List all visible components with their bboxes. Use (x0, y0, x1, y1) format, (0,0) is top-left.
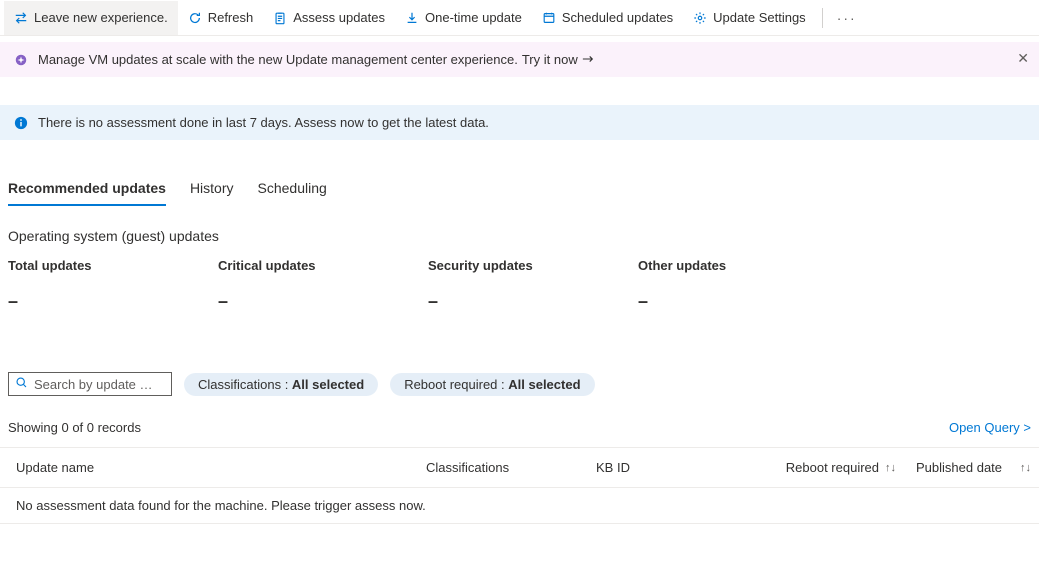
column-classifications[interactable]: Classifications (426, 460, 596, 475)
os-updates-section: Operating system (guest) updates Total u… (0, 228, 1039, 312)
tab-bar: Recommended updates History Scheduling (0, 174, 1039, 206)
stat-value: – (428, 291, 638, 312)
search-box[interactable] (8, 372, 172, 396)
stat-label: Total updates (8, 258, 218, 273)
scheduled-updates-button[interactable]: Scheduled updates (532, 1, 683, 35)
filter-value: All selected (508, 377, 580, 392)
stat-other: Other updates – (638, 258, 848, 312)
arrow-right-icon (582, 52, 594, 67)
stat-security: Security updates – (428, 258, 638, 312)
search-icon (15, 376, 28, 392)
assess-updates-label: Assess updates (293, 10, 385, 25)
table-empty-message: No assessment data found for the machine… (0, 488, 1039, 524)
gear-icon (693, 11, 707, 25)
toolbar-separator (822, 8, 823, 28)
filter-label: Classifications : (198, 377, 292, 392)
filter-reboot-required[interactable]: Reboot required : All selected (390, 373, 594, 396)
promo-link-label: Try it now (522, 52, 578, 67)
column-update-name[interactable]: Update name (16, 460, 426, 475)
refresh-icon (188, 11, 202, 25)
filter-classifications[interactable]: Classifications : All selected (184, 373, 378, 396)
clipboard-icon (273, 11, 287, 25)
tab-history[interactable]: History (190, 174, 234, 206)
stat-value: – (638, 291, 848, 312)
stat-critical: Critical updates – (218, 258, 428, 312)
stat-value: – (8, 291, 218, 312)
close-icon[interactable]: ✕ (1017, 50, 1029, 67)
download-icon (405, 11, 419, 25)
stats-row: Total updates – Critical updates – Secur… (8, 258, 1031, 312)
more-button[interactable]: ··· (829, 1, 865, 35)
promo-banner: Manage VM updates at scale with the new … (0, 42, 1039, 77)
info-text: There is no assessment done in last 7 da… (38, 115, 489, 130)
column-reboot-required[interactable]: Reboot required↑↓ (746, 460, 896, 475)
sparkle-icon (14, 53, 28, 67)
refresh-button[interactable]: Refresh (178, 1, 264, 35)
leave-experience-label: Leave new experience. (34, 10, 168, 25)
updates-table: Update name Classifications KB ID Reboot… (0, 447, 1039, 524)
one-time-update-button[interactable]: One-time update (395, 1, 532, 35)
filter-label: Reboot required : (404, 377, 508, 392)
table-header-row: Update name Classifications KB ID Reboot… (0, 448, 1039, 488)
info-banner: There is no assessment done in last 7 da… (0, 105, 1039, 140)
swap-icon (14, 11, 28, 25)
section-title: Operating system (guest) updates (8, 228, 1031, 244)
scheduled-updates-label: Scheduled updates (562, 10, 673, 25)
sort-icon[interactable]: ↑↓ (885, 462, 896, 474)
one-time-update-label: One-time update (425, 10, 522, 25)
update-settings-button[interactable]: Update Settings (683, 1, 816, 35)
filter-row: Classifications : All selected Reboot re… (0, 372, 1039, 396)
column-published-date[interactable]: Published date (896, 460, 1020, 475)
search-input[interactable] (34, 377, 165, 392)
promo-link[interactable]: Try it now (522, 52, 594, 67)
column-kb-id[interactable]: KB ID (596, 460, 746, 475)
ellipsis-icon: ··· (837, 10, 857, 26)
stat-total: Total updates – (8, 258, 218, 312)
tab-recommended[interactable]: Recommended updates (8, 174, 166, 206)
update-settings-label: Update Settings (713, 10, 806, 25)
open-query-link[interactable]: Open Query > (949, 420, 1031, 435)
info-icon (14, 116, 28, 130)
stat-label: Other updates (638, 258, 848, 273)
stat-label: Critical updates (218, 258, 428, 273)
sort-icon[interactable]: ↑↓ (1020, 462, 1031, 474)
tab-scheduling[interactable]: Scheduling (258, 174, 327, 206)
stat-value: – (218, 291, 428, 312)
command-bar: Leave new experience. Refresh Assess upd… (0, 0, 1039, 36)
stat-label: Security updates (428, 258, 638, 273)
records-count: Showing 0 of 0 records (8, 420, 141, 435)
refresh-label: Refresh (208, 10, 254, 25)
filter-value: All selected (292, 377, 364, 392)
records-bar: Showing 0 of 0 records Open Query > (0, 420, 1039, 435)
leave-experience-button[interactable]: Leave new experience. (4, 1, 178, 35)
assess-updates-button[interactable]: Assess updates (263, 1, 395, 35)
promo-text: Manage VM updates at scale with the new … (38, 52, 518, 67)
calendar-icon (542, 11, 556, 25)
